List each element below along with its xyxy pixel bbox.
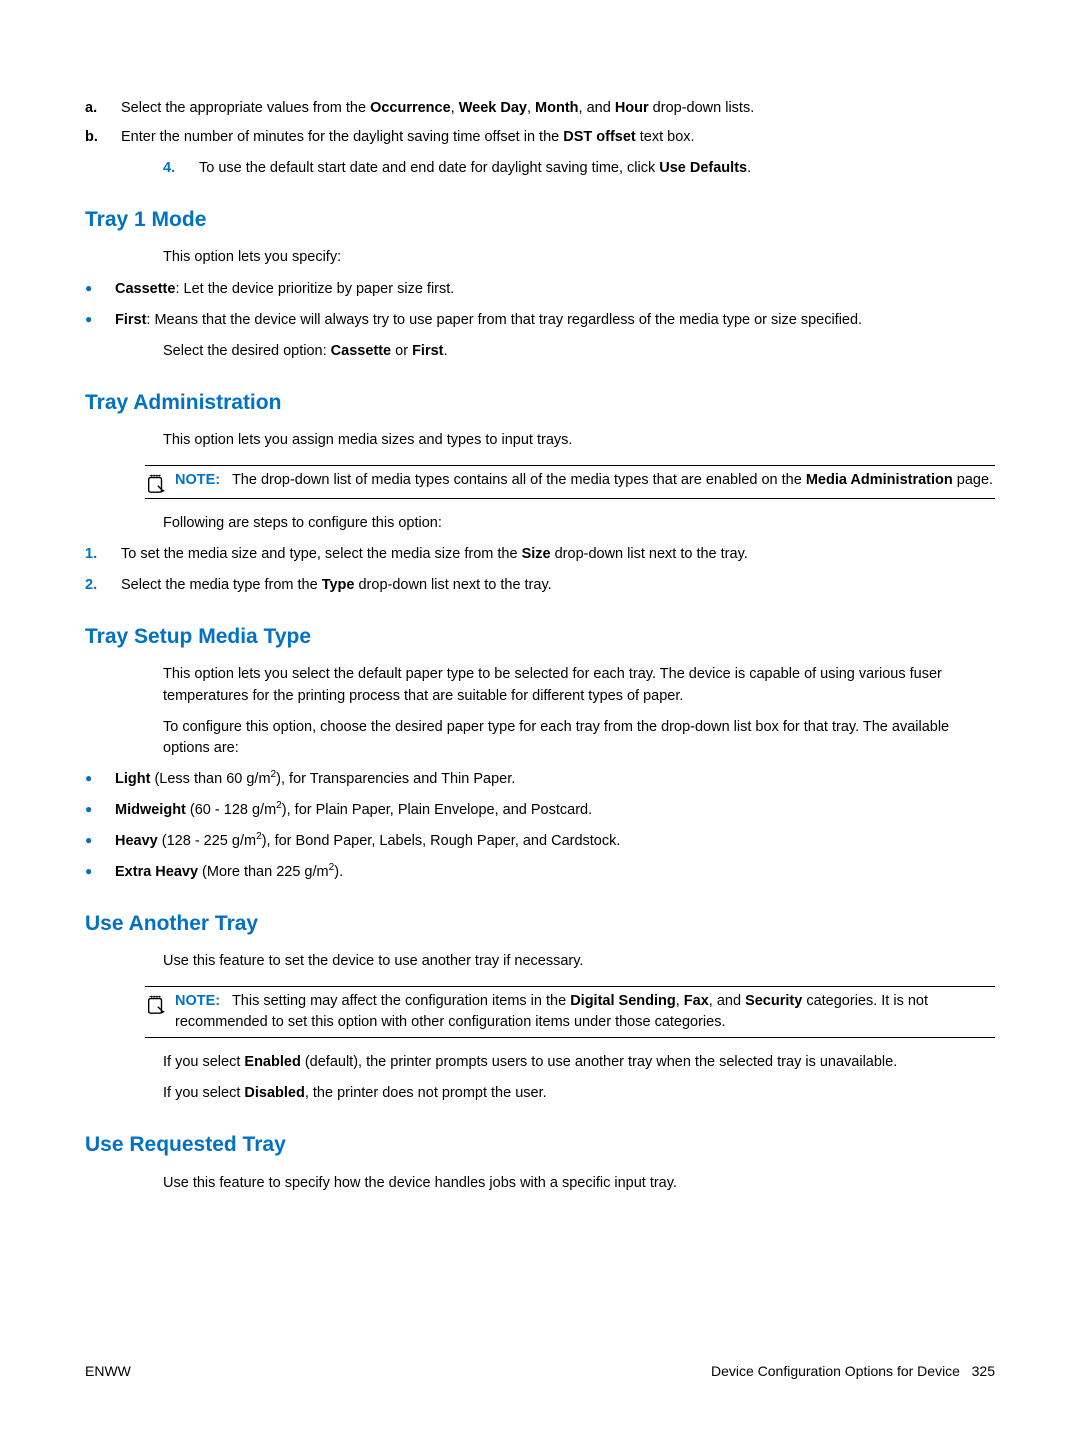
bullet-cassette: Cassette: Let the device prioritize by p…: [85, 279, 995, 300]
note-useanother: NOTE: This setting may affect the config…: [145, 986, 995, 1038]
note-trayadmin-text: NOTE: The drop-down list of media types …: [175, 470, 995, 491]
note-icon: [145, 472, 167, 494]
useanother-p2: If you select Disabled, the printer does…: [163, 1083, 995, 1104]
note-label: NOTE:: [175, 993, 220, 1009]
trayadmin-intro: This option lets you assign media sizes …: [163, 430, 995, 451]
page-footer: ENWW Device Configuration Options for De…: [85, 1363, 995, 1379]
sub-list-letters: a. Select the appropriate values from th…: [85, 98, 995, 148]
substep-a-marker: a.: [85, 98, 97, 119]
substep-a: a. Select the appropriate values from th…: [85, 98, 995, 119]
bullet-extra-heavy: Extra Heavy (More than 225 g/m2).: [85, 862, 995, 883]
bullet-light: Light (Less than 60 g/m2), for Transpare…: [85, 769, 995, 790]
bullet-first: First: Means that the device will always…: [85, 310, 995, 331]
bullet-midweight: Midweight (60 - 128 g/m2), for Plain Pap…: [85, 800, 995, 821]
userequested-intro: Use this feature to specify how the devi…: [163, 1173, 995, 1194]
heading-use-another: Use Another Tray: [85, 909, 995, 939]
heading-tray-setup: Tray Setup Media Type: [85, 622, 995, 652]
traysetup-bullets: Light (Less than 60 g/m2), for Transpare…: [85, 769, 995, 883]
trayadmin-steps: 1. To set the media size and type, selec…: [85, 544, 995, 596]
top-steps: 4. To use the default start date and end…: [163, 158, 995, 179]
bullet-heavy: Heavy (128 - 225 g/m2), for Bond Paper, …: [85, 831, 995, 852]
substep-b-text: Enter the number of minutes for the dayl…: [121, 129, 695, 145]
traysetup-p2: To configure this option, choose the des…: [163, 717, 995, 759]
tray1-intro: This option lets you specify:: [163, 247, 995, 268]
trayadmin-follow: Following are steps to configure this op…: [163, 513, 995, 534]
useanother-intro: Use this feature to set the device to us…: [163, 951, 995, 972]
substep-b-marker: b.: [85, 127, 98, 148]
heading-use-requested: Use Requested Tray: [85, 1130, 995, 1160]
note-label: NOTE:: [175, 472, 220, 488]
tray1-select: Select the desired option: Cassette or F…: [163, 341, 995, 362]
footer-left: ENWW: [85, 1363, 131, 1379]
substep-b: b. Enter the number of minutes for the d…: [85, 127, 995, 148]
note-useanother-text: NOTE: This setting may affect the config…: [175, 991, 995, 1033]
substep-a-text: Select the appropriate values from the O…: [121, 100, 754, 116]
heading-tray-admin: Tray Administration: [85, 388, 995, 418]
trayadmin-step-1: 1. To set the media size and type, selec…: [85, 544, 995, 565]
footer-right: Device Configuration Options for Device …: [711, 1363, 995, 1379]
note-icon: [145, 993, 167, 1015]
tray1-bullets: Cassette: Let the device prioritize by p…: [85, 279, 995, 331]
step-4-text: To use the default start date and end da…: [199, 160, 751, 176]
step-4-marker: 4.: [163, 158, 175, 179]
useanother-p1: If you select Enabled (default), the pri…: [163, 1052, 995, 1073]
heading-tray1-mode: Tray 1 Mode: [85, 205, 995, 235]
step-4: 4. To use the default start date and end…: [163, 158, 995, 179]
note-trayadmin: NOTE: The drop-down list of media types …: [145, 465, 995, 499]
traysetup-p1: This option lets you select the default …: [163, 664, 995, 706]
trayadmin-step-2: 2. Select the media type from the Type d…: [85, 575, 995, 596]
